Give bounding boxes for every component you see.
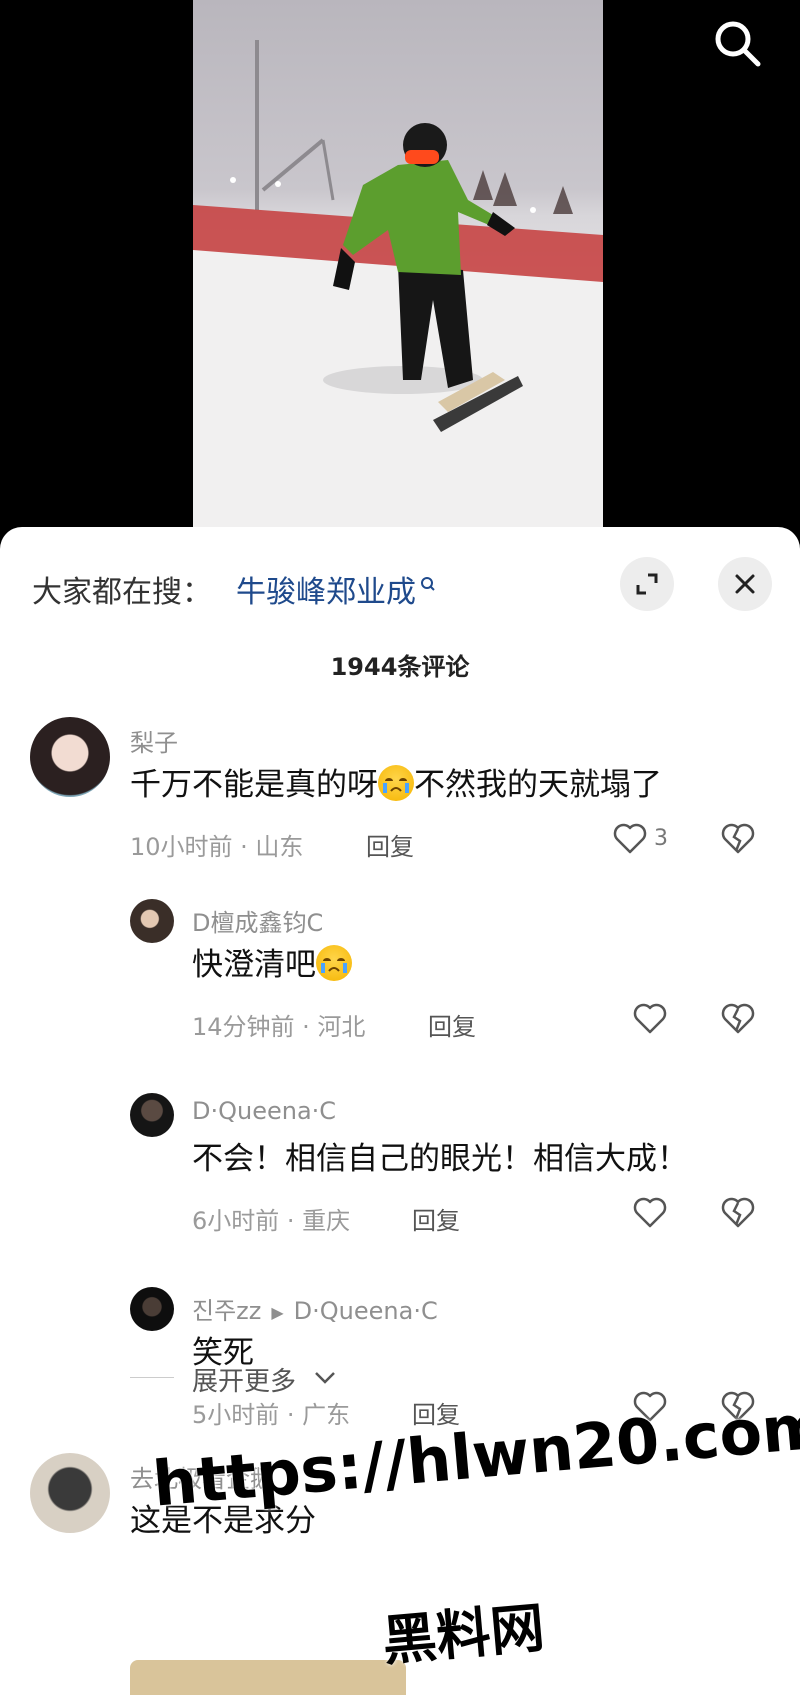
close-button[interactable] — [718, 557, 772, 611]
mini-search-icon — [420, 567, 436, 602]
comment-text: 千万不能是真的呀 不然我的天就塌了 — [130, 759, 662, 804]
sheet-header: 大家都在搜： 牛骏峰郑业成 — [32, 557, 772, 617]
comment-text-part: 不然我的天就塌了 — [414, 767, 662, 803]
comment-meta: 14分钟前 · 河北 — [192, 1013, 366, 1041]
broken-heart-icon — [721, 1003, 755, 1034]
dislike-button[interactable] — [720, 1195, 756, 1233]
avatar[interactable] — [30, 1453, 110, 1533]
expand-icon — [636, 573, 658, 595]
divider — [130, 1377, 174, 1378]
video-player[interactable] — [0, 0, 800, 540]
like-count: 3 — [654, 825, 668, 851]
heart-icon — [633, 1003, 667, 1034]
trending-prefix: 大家都在搜： — [32, 575, 212, 610]
comment-text-part: 快澄清吧 — [192, 947, 316, 983]
like-button[interactable] — [632, 1195, 668, 1229]
author-name[interactable]: 진주zz — [192, 1297, 261, 1325]
comment-text-part: 千万不能是真的呀 — [130, 767, 378, 803]
crying-face-emoji — [316, 945, 352, 981]
close-icon — [735, 574, 755, 594]
comment-meta: 5小时前 · 广东 — [192, 1401, 351, 1429]
avatar[interactable] — [130, 899, 174, 943]
comment-sheet: 大家都在搜： 牛骏峰郑业成 1944条评论 梨子 千万不能是真的呀 不然我的天就… — [0, 527, 800, 1695]
comment-meta: 6小时前 · 重庆 — [192, 1207, 351, 1235]
expand-more-label[interactable]: 展开更多 — [192, 1361, 296, 1398]
comment-meta: 10小时前 · 山东 — [130, 833, 304, 861]
avatar[interactable] — [130, 1093, 174, 1137]
reply-button[interactable]: 回复 — [412, 1395, 460, 1430]
reply-button[interactable]: 回复 — [428, 1007, 476, 1042]
expand-button[interactable] — [620, 557, 674, 611]
reply-button[interactable]: 回复 — [366, 827, 414, 862]
avatar[interactable] — [130, 1287, 174, 1331]
comment-author[interactable]: 진주zz ▶ D·Queena·C — [192, 1291, 438, 1326]
reply-arrow-icon: ▶ — [271, 1302, 284, 1322]
comment-author[interactable]: 梨子 — [130, 723, 178, 758]
comment-author[interactable]: D·Queena·C — [192, 1097, 336, 1125]
like-button[interactable]: 3 — [612, 821, 668, 855]
snowboarder-scene — [193, 40, 603, 540]
trending-term[interactable]: 牛骏峰郑业成 — [236, 575, 416, 610]
chevron-down-icon — [315, 1372, 335, 1384]
heart-icon — [613, 823, 647, 854]
comment-count: 1944条评论 — [330, 653, 470, 681]
crying-face-emoji — [378, 765, 414, 801]
search-icon[interactable] — [708, 14, 768, 74]
dislike-button[interactable] — [720, 821, 756, 859]
dislike-button[interactable] — [720, 1001, 756, 1039]
video-frame[interactable] — [193, 0, 603, 540]
comment-text-part: 不会！相信自己的眼光！相信大成！ — [192, 1141, 688, 1177]
comment-text: 这是不是求分 — [130, 1503, 316, 1539]
avatar[interactable] — [30, 717, 110, 797]
reply-button[interactable]: 回复 — [412, 1201, 460, 1236]
image-preview[interactable] — [130, 1660, 406, 1695]
heart-icon — [633, 1391, 667, 1422]
comment-text: 不会！相信自己的眼光！相信大成！ — [192, 1133, 688, 1178]
comment-author[interactable]: D檀成鑫钧C — [192, 903, 323, 938]
broken-heart-icon — [721, 823, 755, 854]
comment-author[interactable]: 去北极看企鹅 — [130, 1459, 274, 1494]
like-button[interactable] — [632, 1001, 668, 1035]
reply-to-name[interactable]: D·Queena·C — [294, 1297, 438, 1325]
broken-heart-icon — [721, 1197, 755, 1228]
trending-search-link[interactable]: 牛骏峰郑业成 — [236, 567, 436, 611]
heart-icon — [633, 1197, 667, 1228]
like-button[interactable] — [632, 1389, 668, 1423]
dislike-button[interactable] — [720, 1389, 756, 1427]
comment-text: 快澄清吧 — [192, 939, 352, 984]
broken-heart-icon — [721, 1391, 755, 1422]
